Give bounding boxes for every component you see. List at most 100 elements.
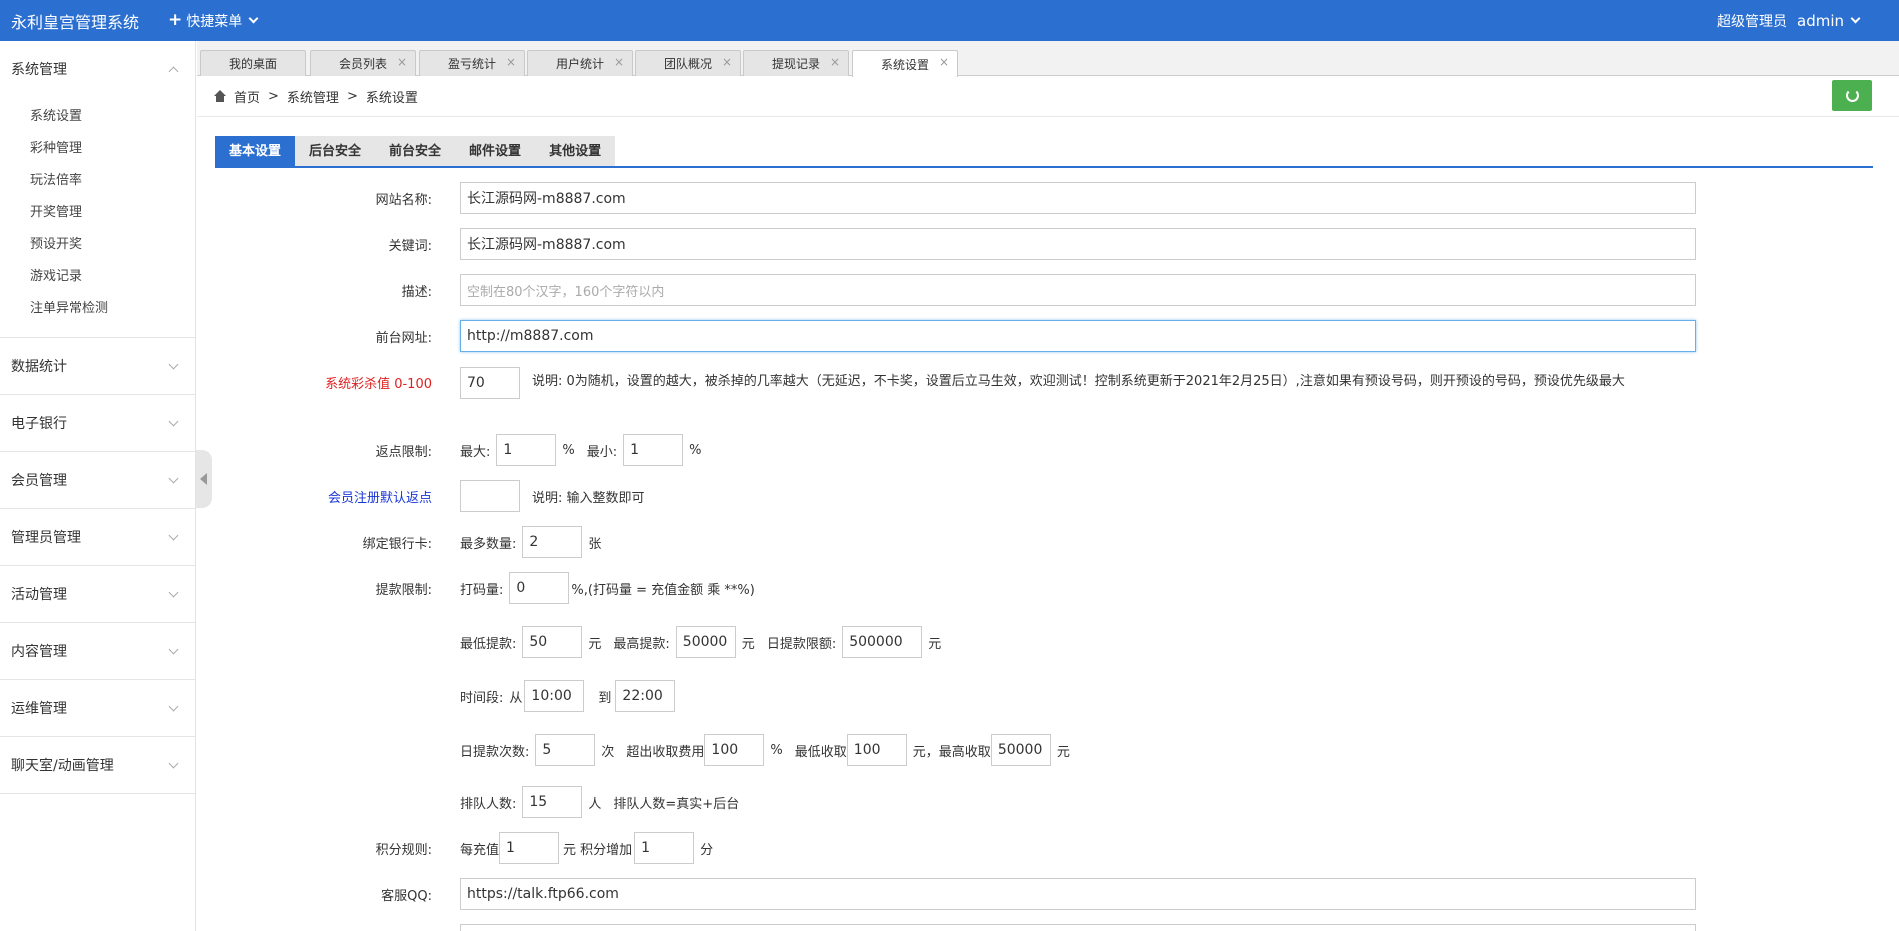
withdraw-daily-input[interactable]: 500000 — [842, 626, 923, 658]
tab-label: 会员列表 — [338, 57, 387, 71]
label-keywords: 关键词: — [388, 238, 432, 254]
points-per-input[interactable]: 1 — [499, 832, 560, 864]
time-to-input[interactable]: 22:00 — [615, 680, 676, 712]
refresh-button[interactable] — [1832, 80, 1872, 111]
label-site-name: 网站名称: — [375, 192, 432, 208]
row-kill-rate: 系统彩杀值 0-100 70 说明: 0为随机，设置的越大，被杀掉的几率越大（无… — [215, 367, 1735, 399]
menu-head-ebank[interactable]: 电子银行 — [0, 395, 195, 451]
breadcrumb-separator: > — [346, 88, 358, 104]
menu-head-stats[interactable]: 数据统计 — [0, 338, 195, 394]
user-menu-button[interactable]: admin — [1797, 12, 1861, 30]
points-unit: 分 — [700, 842, 714, 858]
time-from-input[interactable]: 10:00 — [524, 680, 585, 712]
breadcrumb-system[interactable]: 系统管理 — [287, 87, 339, 106]
row-withdraw-times: 日提款次数: 5 次 超出收取费用 100 % 最低收取 100 元，最高收取 … — [215, 734, 1735, 766]
menu-head-ops[interactable]: 运维管理 — [0, 680, 195, 736]
app-title: 永利皇宫管理系统 — [11, 12, 140, 32]
top-bar: 永利皇宫管理系统 + 快捷菜单 超级管理员 admin — [0, 0, 1899, 41]
tab-other-settings[interactable]: 其他设置 — [535, 136, 616, 167]
rebate-min-label: 最小: — [586, 444, 618, 460]
bank-card-max-input[interactable]: 2 — [522, 526, 583, 558]
sidebar-item-game-records[interactable]: 游戏记录 — [0, 261, 195, 293]
chevron-down-icon — [168, 701, 179, 711]
tab-system-settings[interactable]: 系统设置 × — [852, 50, 958, 77]
tab-member-list[interactable]: 会员列表 × — [310, 50, 416, 76]
sidebar-item-play-odds[interactable]: 玩法倍率 — [0, 165, 195, 197]
rebate-min-input[interactable]: 1 — [623, 434, 684, 466]
chevron-up-icon — [168, 66, 179, 76]
withdraw-max-input[interactable]: 50000 — [675, 626, 736, 658]
sidebar-item-preset-draw[interactable]: 预设开奖 — [0, 229, 195, 261]
qq-input[interactable]: https://talk.ftp66.com — [460, 878, 1696, 910]
tab-mail-settings[interactable]: 邮件设置 — [455, 136, 536, 167]
points-add-input[interactable]: 1 — [634, 832, 695, 864]
bet-input[interactable]: 0 — [509, 572, 570, 604]
sidebar-collapse-handle[interactable] — [196, 450, 212, 508]
menu-head-label: 系统管理 — [11, 62, 67, 78]
menu-head-admins[interactable]: 管理员管理 — [0, 509, 195, 565]
menu-head-label: 数据统计 — [11, 359, 67, 375]
tab-team-overview[interactable]: 团队概况 × — [635, 50, 741, 76]
withdraw-min-label: 最低提款: — [460, 636, 517, 652]
close-icon[interactable]: × — [506, 55, 516, 69]
menu-head-system[interactable]: 系统管理 — [0, 41, 195, 97]
sidebar-item-lottery-types[interactable]: 彩种管理 — [0, 133, 195, 165]
tab-frontend-security[interactable]: 前台安全 — [375, 136, 456, 167]
front-url-input[interactable]: http://m8887.com — [460, 320, 1696, 352]
times-input[interactable]: 5 — [535, 734, 596, 766]
sidebar-item-system-settings[interactable]: 系统设置 — [0, 101, 195, 133]
fee-label: 超出收取费用 — [626, 744, 705, 760]
quick-menu-button[interactable]: + 快捷菜单 — [168, 10, 259, 31]
keywords-input[interactable]: 长江源码网-m8887.com — [460, 228, 1696, 260]
close-icon[interactable]: × — [614, 55, 624, 69]
close-icon[interactable]: × — [397, 55, 407, 69]
points-per-label: 每充值 — [460, 842, 500, 858]
close-icon[interactable]: × — [939, 55, 949, 69]
withdraw-min-input[interactable]: 50 — [522, 626, 583, 658]
plus-icon: + — [168, 10, 183, 30]
menu-group-ebank: 电子银行 — [0, 395, 195, 452]
time-from-label: 从 — [509, 690, 523, 706]
tab-profit-loss[interactable]: 盈亏统计 × — [419, 50, 525, 76]
row-next — [215, 924, 1735, 931]
page-tab-bar: 我的桌面 会员列表 × 盈亏统计 × 用户统计 × 团队概况 × 提现记录 × 系统设置 × — [197, 41, 1899, 77]
breadcrumb-current: 系统设置 — [365, 90, 418, 106]
close-icon[interactable]: × — [830, 55, 840, 69]
queue-input[interactable]: 15 — [522, 786, 583, 818]
tab-user-stats[interactable]: 用户统计 × — [527, 50, 633, 76]
tab-my-desktop[interactable]: 我的桌面 — [200, 50, 306, 76]
row-rebate: 返点限制: 最大: 1 % 最小: 1 % — [215, 434, 1735, 466]
breadcrumb-home[interactable]: 首页 — [234, 87, 260, 106]
role-label: 超级管理员 — [1717, 13, 1787, 30]
menu-head-activity[interactable]: 活动管理 — [0, 566, 195, 622]
bank-card-unit: 张 — [588, 536, 602, 552]
close-icon[interactable]: × — [722, 55, 732, 69]
next-input[interactable] — [460, 924, 1696, 931]
sidebar-item-draw-management[interactable]: 开奖管理 — [0, 197, 195, 229]
points-add-label: 元 积分增加 — [563, 842, 633, 858]
kill-rate-input[interactable]: 70 — [460, 367, 520, 399]
tab-basic-settings[interactable]: 基本设置 — [215, 136, 296, 167]
fee-input[interactable]: 100 — [704, 734, 765, 766]
menu-head-chat[interactable]: 聊天室/动画管理 — [0, 737, 195, 793]
fee-min-input[interactable]: 100 — [846, 734, 907, 766]
tab-backend-security[interactable]: 后台安全 — [295, 136, 376, 167]
yuan-unit: 元 — [588, 636, 602, 652]
menu-head-members[interactable]: 会员管理 — [0, 452, 195, 508]
menu-head-content[interactable]: 内容管理 — [0, 623, 195, 679]
menu-group-stats: 数据统计 — [0, 338, 195, 395]
settings-tabs: 基本设置 后台安全 前台安全 邮件设置 其他设置 — [215, 136, 616, 167]
menu-group-content: 内容管理 — [0, 623, 195, 680]
tab-withdraw-records[interactable]: 提现记录 × — [743, 50, 849, 76]
rebate-max-input[interactable]: 1 — [496, 434, 557, 466]
tab-underline — [215, 166, 1873, 168]
menu-head-label: 活动管理 — [11, 587, 67, 603]
tab-label: 用户统计 — [555, 57, 604, 71]
description-input[interactable]: 空制在80个汉字，160个字符以内 — [460, 274, 1696, 306]
bet-label: 打码量: — [460, 582, 504, 598]
reg-rebate-input[interactable] — [460, 480, 520, 512]
fee-max-input[interactable]: 50000 — [990, 734, 1051, 766]
site-name-input[interactable]: 长江源码网-m8887.com — [460, 182, 1696, 214]
sidebar-item-bet-anomaly[interactable]: 注单异常检测 — [0, 293, 195, 325]
row-reg-rebate: 会员注册默认返点 说明: 输入整数即可 — [215, 480, 1735, 512]
